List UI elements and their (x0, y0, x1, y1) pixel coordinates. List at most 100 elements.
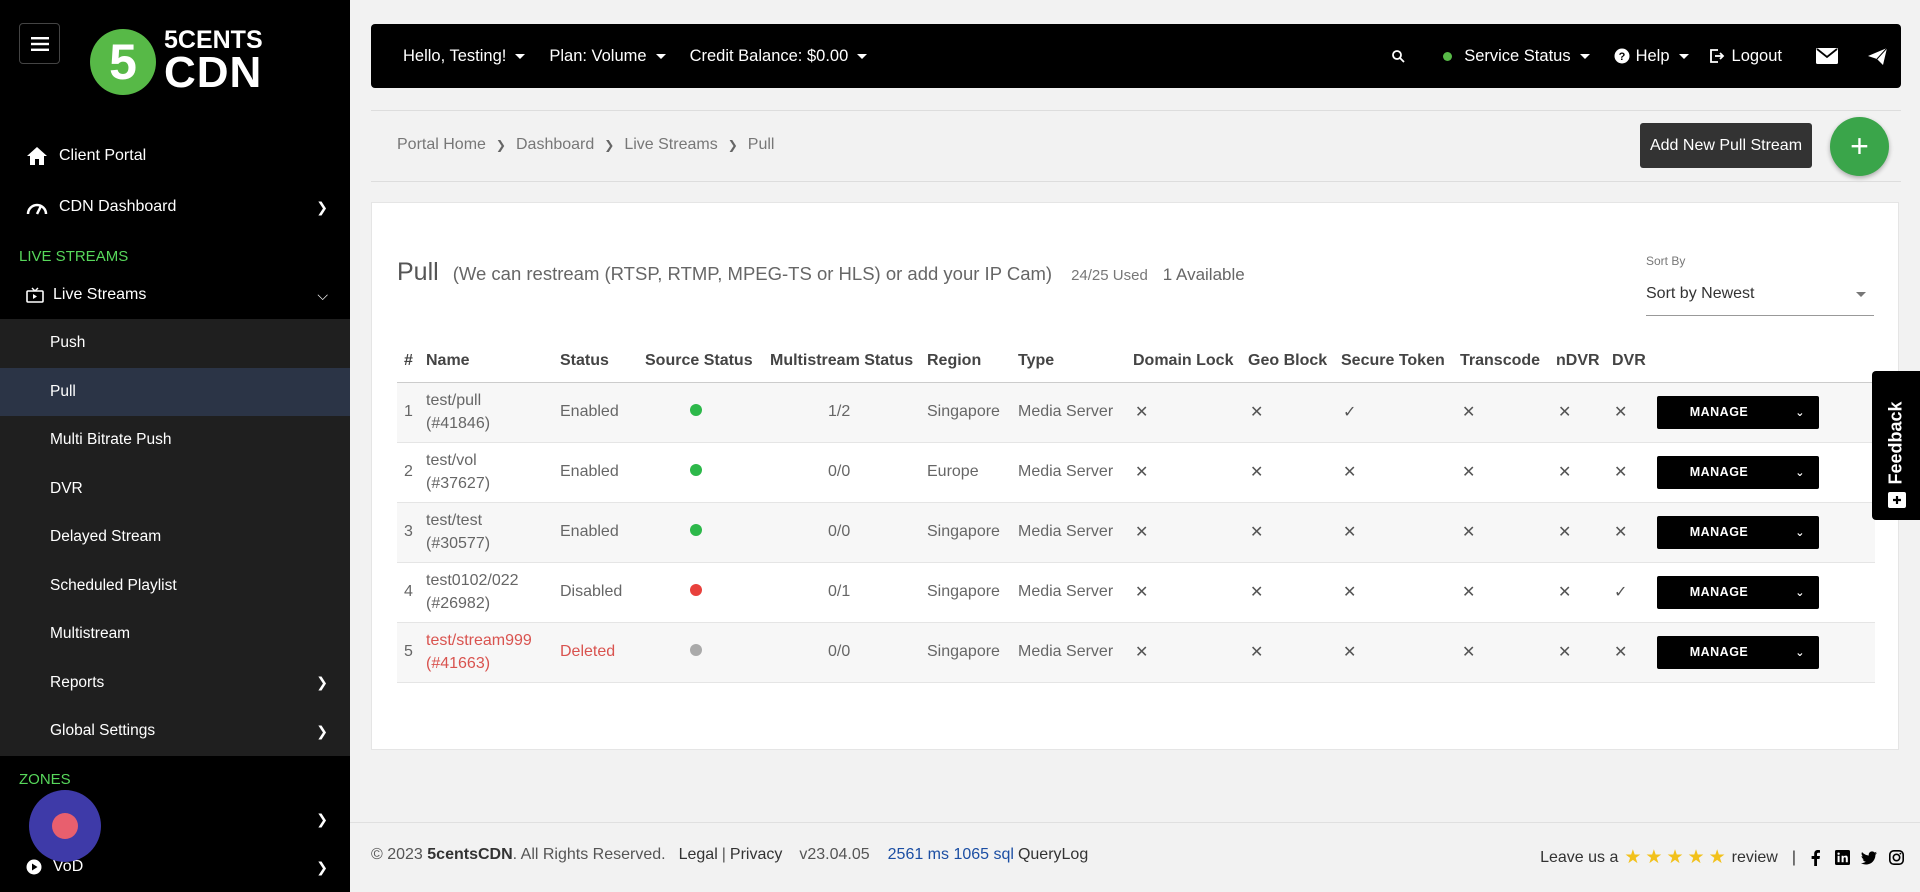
page-title: Pull (397, 258, 439, 286)
row-multistream: 0/0 (770, 622, 927, 683)
service-status-dropdown[interactable]: Service Status (1443, 47, 1590, 66)
add-new-pull-stream-button[interactable]: Add New Pull Stream (1640, 123, 1812, 168)
stream-name[interactable]: test/vol (426, 449, 560, 472)
row-secure-token: ✕ (1341, 622, 1460, 683)
privacy-link[interactable]: Privacy (730, 846, 782, 864)
sidebar-item-push[interactable]: Push (0, 319, 350, 368)
row-source-status (645, 502, 770, 563)
manage-label: MANAGE (1689, 465, 1749, 479)
cross-icon: ✕ (1558, 584, 1572, 601)
stream-name[interactable]: test/pull (426, 389, 560, 412)
twitter-icon[interactable] (1861, 850, 1877, 866)
row-geo-block: ✕ (1248, 622, 1341, 683)
row-multistream: 0/1 (770, 562, 927, 623)
section-live-streams: LIVE STREAMS (19, 248, 129, 265)
help-dropdown[interactable]: ? Help (1614, 47, 1689, 66)
messages-button[interactable] (1816, 48, 1838, 64)
logout-button[interactable]: Logout (1709, 47, 1782, 66)
breadcrumb-dashboard[interactable]: Dashboard (516, 136, 594, 154)
nav-client-portal[interactable]: Client Portal (0, 143, 350, 169)
caret-down-icon (857, 53, 868, 59)
manage-label: MANAGE (1689, 585, 1749, 599)
star-rating[interactable]: ★ ★ ★ ★ ★ (1622, 846, 1727, 869)
sort-label: Sort By (1646, 254, 1686, 268)
feedback-tab[interactable]: Feedback (1872, 371, 1920, 520)
envelope-icon (1816, 48, 1838, 64)
breadcrumb-portal-home[interactable]: Portal Home (397, 136, 486, 154)
chat-widget-button[interactable] (29, 790, 101, 862)
add-fab-button[interactable]: + (1830, 117, 1889, 176)
sidebar-item-scheduled-playlist[interactable]: Scheduled Playlist (0, 562, 350, 611)
search-button[interactable] (1392, 49, 1405, 63)
manage-dropdown-button[interactable]: MANAGE ⌄ (1657, 395, 1819, 429)
breadcrumb-live-streams[interactable]: Live Streams (624, 136, 717, 154)
sidebar-item-dvr[interactable]: DVR (0, 465, 350, 514)
instagram-icon[interactable] (1888, 850, 1904, 866)
stream-name[interactable]: test/test (426, 509, 560, 532)
cross-icon: ✕ (1558, 524, 1572, 541)
facebook-icon[interactable] (1807, 849, 1823, 866)
chevron-down-icon: ⌄ (1795, 646, 1805, 659)
col-header-transcode: Transcode (1460, 341, 1556, 383)
sort-select-value: Sort by Newest (1646, 285, 1755, 302)
stream-name[interactable]: test0102/022 (426, 569, 560, 592)
chevron-right-icon: ❯ (316, 722, 328, 739)
sidebar-item-global-settings[interactable]: Global Settings ❯ (0, 707, 350, 756)
caret-down-icon (655, 53, 666, 59)
chevron-down-icon: ⌄ (1795, 586, 1805, 599)
user-menu-dropdown[interactable]: Hello, Testing! (403, 47, 526, 66)
sidebar-item-reports[interactable]: Reports ❯ (0, 659, 350, 708)
speedometer-icon (25, 196, 49, 218)
row-geo-block: ✕ (1248, 562, 1341, 623)
legal-link[interactable]: Legal (679, 846, 718, 864)
manage-dropdown-button[interactable]: MANAGE ⌄ (1657, 515, 1819, 549)
row-dvr: ✕ (1612, 442, 1657, 503)
brand-logo[interactable]: 5 5CENTS CDN (90, 28, 263, 95)
stream-id: (#37627) (426, 475, 491, 492)
sidebar-item-pull[interactable]: Pull (0, 367, 350, 416)
row-multistream: 1/2 (770, 382, 927, 443)
top-navbar: Hello, Testing! Plan: Volume Credit Bala… (371, 24, 1901, 88)
separator: | (721, 846, 726, 863)
company-name: 5centsCDN (427, 846, 513, 863)
perf-stats: 2561 ms 1065 sql (887, 846, 1014, 863)
pull-streams-card: Pull (We can restream (RTSP, RTMP, MPEG-… (371, 202, 1899, 750)
sidebar-item-delayed-stream[interactable]: Delayed Stream (0, 513, 350, 562)
cross-icon: ✕ (1462, 524, 1476, 541)
nav-cdn-dashboard[interactable]: CDN Dashboard ❯ (0, 194, 350, 220)
row-num: 3 (397, 502, 426, 563)
plan-dropdown[interactable]: Plan: Volume (549, 47, 666, 66)
row-status: Enabled (560, 502, 645, 563)
manage-dropdown-button[interactable]: MANAGE ⌄ (1657, 455, 1819, 489)
row-region: Singapore (927, 562, 1018, 623)
separator: | (1791, 848, 1796, 866)
manage-dropdown-button[interactable]: MANAGE ⌄ (1657, 635, 1819, 669)
linkedin-icon[interactable] (1834, 850, 1850, 866)
credit-balance-dropdown[interactable]: Credit Balance: $0.00 (690, 47, 868, 66)
sort-select[interactable]: Sort by Newest (1646, 273, 1874, 316)
row-domain-lock: ✕ (1133, 622, 1248, 683)
chat-icon (52, 813, 78, 839)
sidebar-item-multistream[interactable]: Multistream (0, 610, 350, 659)
row-type: Media Server (1018, 382, 1133, 443)
section-zones: ZONES (19, 771, 71, 788)
table-row: 1 test/pull (#41846) Enabled 1/2 Singapore Med… (397, 382, 1875, 443)
cross-icon: ✕ (1343, 644, 1357, 661)
menu-toggle-button[interactable] (19, 23, 60, 64)
stream-name[interactable]: test/stream999 (426, 629, 560, 652)
nav-live-streams[interactable]: Live Streams ⌵ (0, 282, 350, 308)
cross-icon: ✕ (1135, 464, 1149, 481)
chevron-right-icon: ❯ (604, 138, 615, 152)
cross-icon: ✕ (1558, 404, 1572, 421)
querylog-link[interactable]: QueryLog (1018, 846, 1088, 864)
row-region: Singapore (927, 502, 1018, 563)
cross-icon: ✕ (1614, 644, 1628, 661)
send-button[interactable] (1868, 47, 1887, 65)
manage-dropdown-button[interactable]: MANAGE ⌄ (1657, 575, 1819, 609)
star-icon: ★ (1624, 847, 1642, 868)
chevron-right-icon: ❯ (727, 138, 738, 152)
row-secure-token: ✕ (1341, 502, 1460, 563)
table-row: 5 test/stream999 (#41663) Deleted 0/0 Singapo… (397, 622, 1875, 683)
sidebar-item-multi-bitrate-push[interactable]: Multi Bitrate Push (0, 416, 350, 465)
usage-count: 24/25 Used (1071, 267, 1148, 284)
